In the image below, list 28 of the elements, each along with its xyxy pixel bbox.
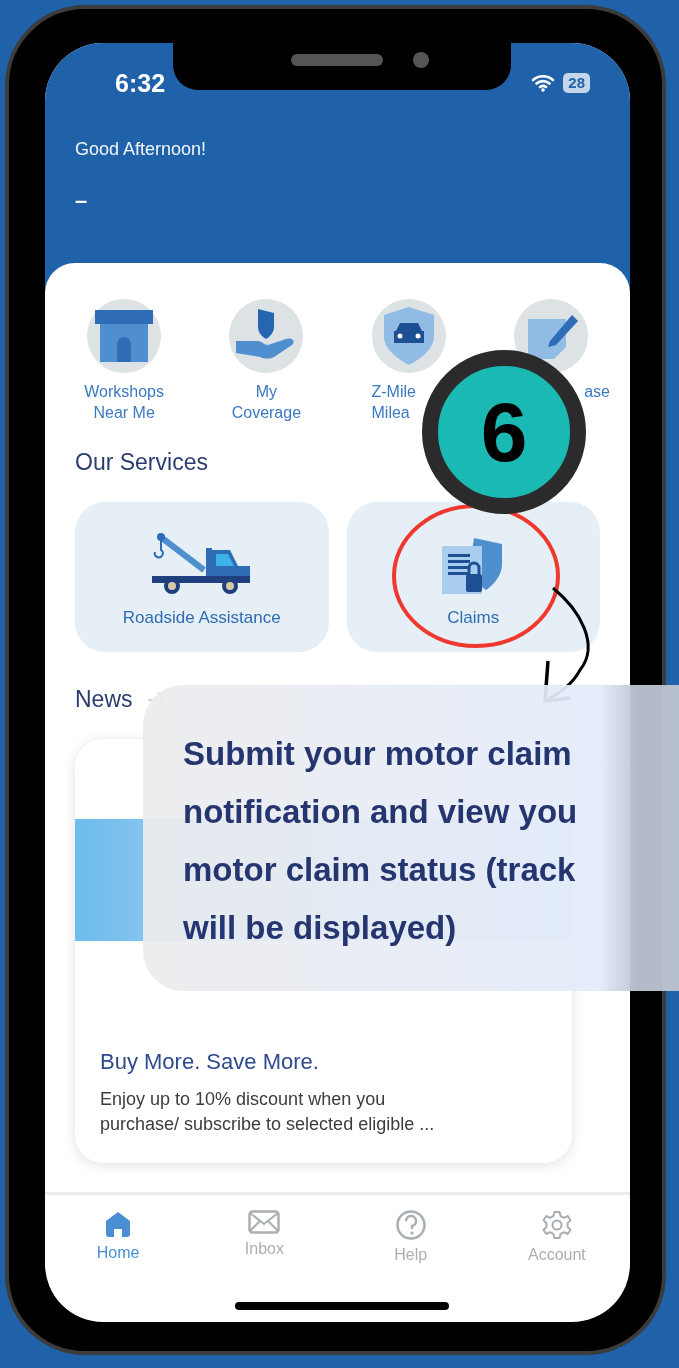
settings-icon [541, 1210, 572, 1240]
shortcut-label: ase [584, 382, 611, 402]
battery-level: 28 [563, 73, 590, 93]
tab-item[interactable]: Inbox [191, 1209, 338, 1273]
status-time: 6:32 [115, 68, 166, 98]
tooltip-text: will be displayed) [183, 908, 458, 948]
greeting-text: Good Afternoon! [75, 139, 208, 160]
shortcut-label: My Coverage [231, 382, 302, 423]
tooltip-text: notification and view you [183, 792, 579, 832]
home-icon [104, 1210, 133, 1238]
tab-item[interactable]: Account [483, 1209, 630, 1273]
shortcut-label: Z-Mile Milea [370, 382, 416, 423]
tooltip-text: Submit your motor claim [183, 734, 573, 774]
tab-item[interactable]: Help [337, 1209, 484, 1273]
envelope-icon [248, 1210, 281, 1234]
tooltip-text: motor claim status (track [183, 850, 577, 890]
service-card[interactable]: Claims [346, 502, 600, 652]
tow-truck-icon [151, 532, 252, 596]
news-description: Enjoy up to 10% discount when you purchase/ subscribe to selected eligible ... [100, 1088, 436, 1136]
service-card[interactable]: Roadside Assistance [75, 502, 329, 652]
section-title: News [74, 686, 133, 713]
wifi-icon [531, 74, 556, 92]
help-icon [395, 1210, 426, 1240]
shortcut-label: Workshops Near Me [84, 382, 164, 423]
user-name: – [75, 188, 89, 214]
tab-item[interactable]: Home [45, 1209, 192, 1273]
news-title: Buy More. Save More. [100, 1049, 320, 1075]
section-title: Our Services [74, 449, 209, 476]
